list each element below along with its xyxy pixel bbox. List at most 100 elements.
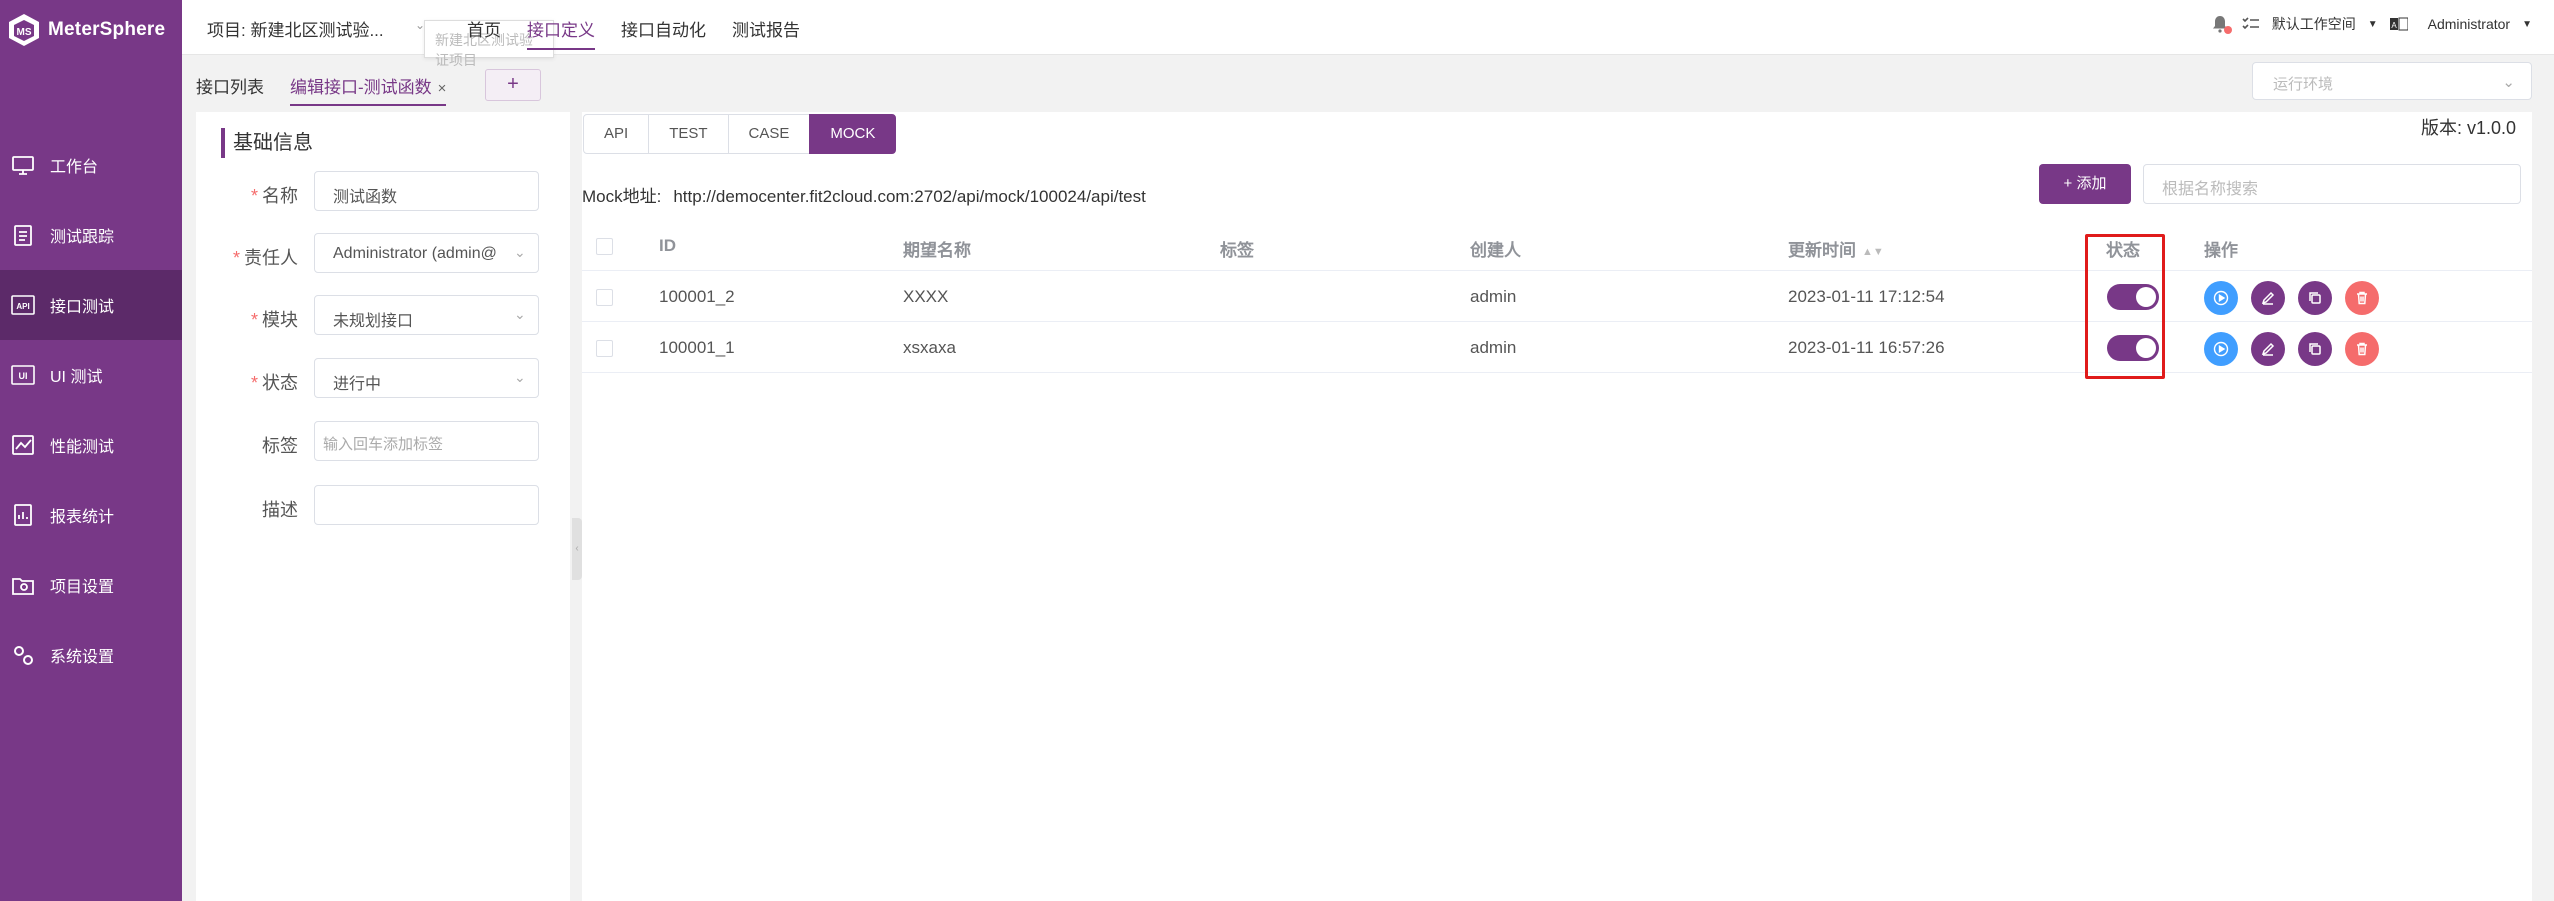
chevron-down-icon: ⌄ — [514, 244, 526, 260]
language-icon[interactable]: A — [2389, 17, 2408, 31]
description-textarea[interactable] — [314, 485, 539, 525]
header-ops: 操作 — [2204, 241, 2238, 260]
play-icon — [2213, 290, 2229, 306]
module-row: * 模块 未规划接口 ⌄ — [196, 295, 570, 335]
cell-updated: 2023-01-11 17:12:54 — [1788, 287, 1945, 306]
tab-edit-api[interactable]: 编辑接口-测试函数 × — [290, 73, 447, 106]
environment-select[interactable]: 运行环境 ⌄ — [2252, 62, 2532, 100]
run-button[interactable] — [2204, 332, 2238, 366]
status-row: * 状态 进行中 ⌄ — [196, 358, 570, 398]
bell-icon[interactable] — [2212, 14, 2232, 34]
cell-creator: admin — [1470, 338, 1517, 357]
basic-info-panel: 基础信息 * 名称 测试函数 * 责任人 Administrator (admin@… — [196, 112, 570, 901]
project-selector[interactable]: 项目: 新建北区测试验... — [207, 16, 384, 41]
api-tab-bar: 接口列表 编辑接口-测试函数 × + 运行环境 ⌄ — [182, 55, 2554, 113]
add-mock-button[interactable]: + 添加 — [2039, 164, 2131, 204]
sidebar-item-reports[interactable]: 报表统计 — [0, 480, 182, 550]
workspace-selector[interactable]: 默认工作空间 — [2272, 14, 2356, 34]
status-select[interactable]: 进行中 — [314, 358, 539, 398]
segment-test[interactable]: TEST — [648, 114, 729, 154]
sidebar-item-label: 工作台 — [50, 159, 99, 176]
select-all-checkbox[interactable] — [596, 238, 613, 255]
name-label: * 名称 — [250, 186, 298, 206]
module-select[interactable]: 未规划接口 — [314, 295, 539, 335]
sidebar-item-api-test[interactable]: API 接口测试 — [0, 270, 182, 340]
cell-name: XXXX — [903, 287, 949, 306]
name-input[interactable]: 测试函数 — [314, 171, 539, 211]
trash-icon — [2357, 291, 2367, 305]
status-column-highlight — [2085, 234, 2165, 379]
performance-chart-icon — [10, 432, 36, 458]
api-icon: API — [10, 292, 36, 318]
tab-api-list[interactable]: 接口列表 — [196, 73, 264, 98]
sidebar-item-ui-test[interactable]: UI UI 测试 — [0, 340, 182, 410]
sidebar-item-system-settings[interactable]: 系统设置 — [0, 620, 182, 690]
chevron-down-icon: ⌄ — [514, 306, 526, 322]
run-button[interactable] — [2204, 281, 2238, 315]
description-row: 描述 — [196, 485, 570, 525]
caret-down-icon[interactable]: ▼ — [2368, 19, 2378, 30]
search-input[interactable]: 根据名称搜索 — [2143, 164, 2521, 204]
delete-button[interactable] — [2345, 332, 2379, 366]
add-tab-button[interactable]: + — [485, 69, 541, 101]
edit-icon — [2261, 291, 2275, 305]
copy-icon — [2309, 343, 2321, 355]
edit-icon — [2261, 342, 2275, 356]
sidebar-item-workbench[interactable]: 工作台 — [0, 130, 182, 200]
delete-button[interactable] — [2345, 281, 2379, 315]
owner-select[interactable]: Administrator (admin@ — [314, 233, 539, 273]
sidebar-item-test-tracking[interactable]: 测试跟踪 — [0, 200, 182, 270]
task-list-icon[interactable] — [2242, 16, 2260, 32]
table-row[interactable]: 100001_1 xsxaxa admin 2023-01-11 16:57:2… — [582, 322, 2532, 373]
module-label: * 模块 — [250, 310, 298, 330]
segment-mock[interactable]: MOCK — [809, 114, 897, 154]
caret-down-icon[interactable]: ▼ — [2522, 19, 2532, 30]
logo[interactable]: MS MeterSphere — [0, 0, 182, 60]
api-segment-tabs: API TEST CASE MOCK — [583, 114, 897, 154]
edit-button[interactable] — [2251, 281, 2285, 315]
owner-label: * 责任人 — [232, 248, 298, 268]
monitor-icon — [10, 152, 36, 178]
sidebar-item-label: 项目设置 — [50, 579, 115, 596]
sort-icon: ▲▼ — [1862, 245, 1884, 258]
top-nav-test-report[interactable]: 测试报告 — [732, 0, 800, 55]
notification-dot — [2223, 26, 2232, 34]
folder-settings-icon — [10, 572, 36, 598]
header-updated[interactable]: 更新时间 ▲▼ — [1788, 236, 1884, 261]
copy-button[interactable] — [2298, 332, 2332, 366]
edit-button[interactable] — [2251, 332, 2285, 366]
row-checkbox[interactable] — [596, 340, 613, 357]
sidebar-item-project-settings[interactable]: 项目设置 — [0, 550, 182, 620]
table-header: ID 期望名称 标签 创建人 更新时间 ▲▼ 状态 操作 — [582, 220, 2532, 271]
svg-text:UI: UI — [19, 371, 28, 381]
header-creator: 创建人 — [1470, 241, 1521, 260]
user-menu[interactable]: Administrator — [2428, 16, 2510, 32]
mock-address-url: http://democenter.fit2cloud.com:2702/api… — [673, 187, 1146, 206]
segment-case[interactable]: CASE — [727, 114, 811, 154]
close-icon[interactable]: × — [438, 80, 447, 97]
copy-icon — [2309, 292, 2321, 304]
tags-input[interactable]: 输入回车添加标签 — [314, 421, 539, 461]
top-header: 项目: 新建北区测试验... ⌄ 新建北区测试验证项目 首页 接口定义 接口自动… — [182, 0, 2554, 68]
header-right: 默认工作空间 ▼ A Administrator ▼ — [2200, 14, 2532, 34]
tags-row: 标签 输入回车添加标签 — [196, 421, 570, 461]
top-nav-api-definition[interactable]: 接口定义 — [527, 0, 595, 50]
sidebar-item-performance-test[interactable]: 性能测试 — [0, 410, 182, 480]
tab-edit-api-label: 编辑接口-测试函数 — [290, 78, 432, 97]
top-nav-api-automation[interactable]: 接口自动化 — [621, 0, 706, 55]
segment-api[interactable]: API — [583, 114, 650, 154]
ui-icon: UI — [10, 362, 36, 388]
svg-text:MS: MS — [17, 27, 32, 38]
sidebar-item-label: 性能测试 — [50, 439, 115, 456]
mock-panel: API TEST CASE MOCK 版本: v1.0.0 Mock地址: htt… — [582, 112, 2532, 901]
top-nav-home[interactable]: 首页 — [467, 0, 501, 55]
version-label: 版本: v1.0.0 — [2420, 118, 2516, 138]
header-tags: 标签 — [1220, 241, 1254, 260]
cell-creator: admin — [1470, 287, 1517, 306]
copy-button[interactable] — [2298, 281, 2332, 315]
row-actions — [2204, 281, 2392, 315]
table-row[interactable]: 100001_2 XXXX admin 2023-01-11 17:12:54 — [582, 271, 2532, 322]
sidebar-item-label: UI 测试 — [50, 369, 103, 386]
collapse-handle[interactable]: ‹ — [572, 518, 582, 580]
row-checkbox[interactable] — [596, 289, 613, 306]
